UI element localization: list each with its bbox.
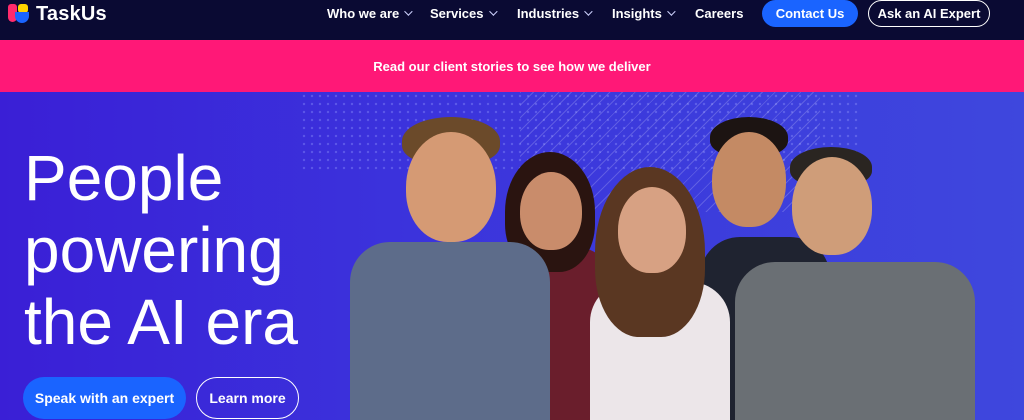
client-stories-banner[interactable]: Read our client stories to see how we de… xyxy=(0,40,1024,92)
banner-link[interactable]: Read our client stories to see how we de… xyxy=(373,59,650,74)
taskus-logo[interactable]: TaskUs xyxy=(8,2,107,26)
speak-with-expert-button[interactable]: Speak with an expert xyxy=(23,377,186,419)
nav-item-careers[interactable]: Careers xyxy=(695,0,743,26)
hero-headline: People powering the AI era xyxy=(24,142,298,358)
nav-item-insights[interactable]: Insights xyxy=(612,0,676,26)
hero-section: People powering the AI era Speak with an… xyxy=(0,92,1024,420)
chevron-down-icon xyxy=(584,7,593,16)
nav-item-label: Who we are xyxy=(327,5,400,21)
nav-item-who-we-are[interactable]: Who we are xyxy=(327,0,413,26)
nav-item-label: Careers xyxy=(695,5,744,21)
top-navigation: TaskUs Who we are Services Industries In… xyxy=(0,0,1024,40)
nav-item-industries[interactable]: Industries xyxy=(517,0,593,26)
brand-name: TaskUs xyxy=(36,2,107,25)
nav-item-label: Insights xyxy=(612,5,662,21)
learn-more-button[interactable]: Learn more xyxy=(196,377,299,419)
contact-us-button[interactable]: Contact Us xyxy=(762,0,858,27)
team-photo xyxy=(340,117,1000,420)
nav-item-label: Industries xyxy=(517,5,580,21)
chevron-down-icon xyxy=(404,7,413,16)
nav-item-label: Services xyxy=(430,5,484,21)
chevron-down-icon xyxy=(488,7,498,16)
chevron-down-icon xyxy=(667,7,676,16)
ask-ai-expert-button[interactable]: Ask an AI Expert xyxy=(868,0,990,27)
taskus-logo-icon xyxy=(8,4,30,24)
nav-item-services[interactable]: Services xyxy=(430,0,498,26)
